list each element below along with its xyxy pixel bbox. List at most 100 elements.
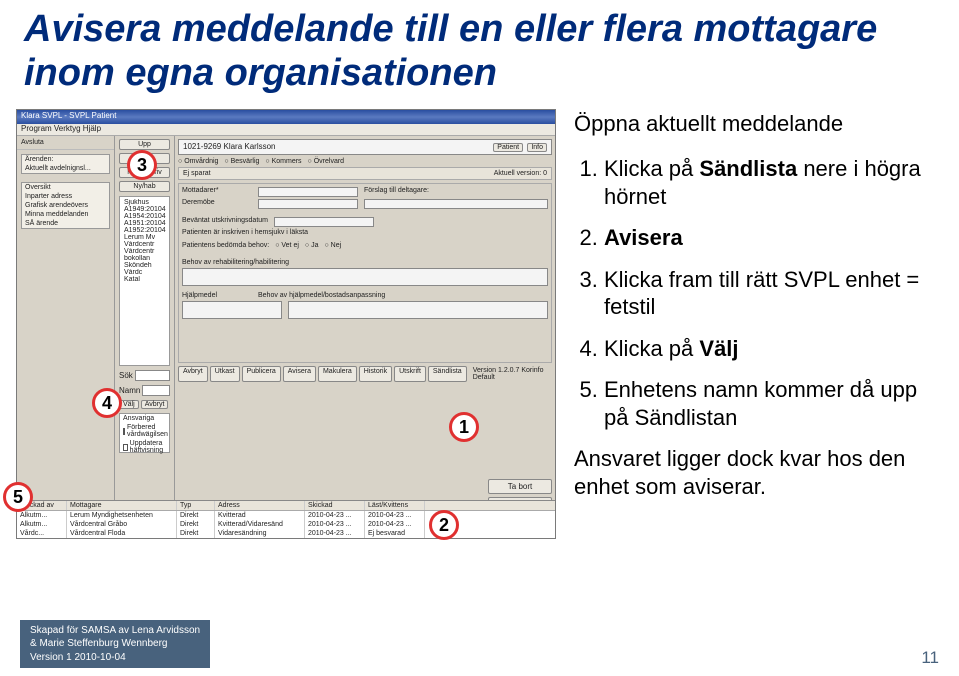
field-label: Patientens bedömda behov: bbox=[182, 242, 269, 249]
tree-item[interactable]: bokollan bbox=[122, 255, 167, 262]
ansvariga-row[interactable]: Förbered vårdwägilsen bbox=[120, 423, 169, 439]
cell: Vidaresändning bbox=[215, 529, 305, 538]
left-panel: Avsluta Ärenden: Aktuellt avdelnignsl...… bbox=[17, 136, 115, 538]
nav-item[interactable]: Inparter adress bbox=[22, 192, 109, 201]
table-row[interactable]: Vårdc... Vårdcentral Floda Direkt Vidare… bbox=[17, 529, 555, 538]
table-row[interactable]: Alkutm... Vårdcentral Gråbo Direkt Kvitt… bbox=[17, 520, 555, 529]
tree-item[interactable]: A1952:20104 bbox=[122, 227, 167, 234]
mid-panel: Upp Välj Nytt utskriv Ny/hab Sjukhus A19… bbox=[115, 136, 175, 538]
status-left: Ej sparat bbox=[183, 170, 211, 177]
cell: Alkutm... bbox=[17, 520, 67, 529]
field-input[interactable] bbox=[182, 268, 548, 286]
step-text: Enhetens namn kommer då upp på Sändlista… bbox=[604, 377, 917, 430]
namn-field[interactable] bbox=[142, 385, 170, 396]
step-text: Klicka på bbox=[604, 156, 699, 181]
tab[interactable]: Besvärlig bbox=[224, 158, 259, 165]
btn-tabort[interactable]: Ta bort bbox=[488, 479, 552, 494]
btn-avsluta[interactable]: Avsluta bbox=[17, 136, 114, 150]
step-list: Klicka på Sändlista nere i högra hörnet … bbox=[574, 155, 943, 431]
field-label: Deremöbe bbox=[182, 199, 252, 209]
toolbar: Avbryt Utkast Publicera Avisera Makulera… bbox=[178, 366, 552, 382]
radio-option[interactable]: ○ Nej bbox=[324, 242, 341, 249]
form-area: Mottadarer*Förslag till deltagare: Derem… bbox=[178, 183, 552, 363]
btn-info[interactable]: Info bbox=[527, 143, 547, 152]
tree-item[interactable]: Sjukhus bbox=[122, 199, 167, 206]
btn-histork[interactable]: Historik bbox=[359, 366, 392, 382]
cell: Vårdc... bbox=[17, 529, 67, 538]
field-input[interactable] bbox=[288, 301, 548, 319]
radio-option[interactable]: ○ Ja bbox=[305, 242, 319, 249]
field-input[interactable] bbox=[258, 187, 358, 197]
col-header: Läst/Kvittens bbox=[365, 501, 425, 510]
field-input[interactable] bbox=[182, 301, 282, 319]
field-label: Behov av hjälpmedel/bostadsanpassning bbox=[258, 292, 385, 299]
nav-item[interactable]: Minna meddelanden bbox=[22, 210, 109, 219]
arende-value: Aktuellt avdelnignsl... bbox=[22, 164, 109, 173]
name-row: Namn bbox=[119, 385, 170, 396]
btn-avbryt[interactable]: Avbryt bbox=[178, 366, 208, 382]
tab[interactable]: Kommers bbox=[265, 158, 301, 165]
btn-upp[interactable]: Upp bbox=[119, 139, 170, 150]
nav-item[interactable]: Översikt bbox=[22, 183, 109, 192]
patient-bar: 1021-9269 Klara Karlsson Patient Info bbox=[178, 139, 552, 155]
tree-item[interactable]: Vårdcentr bbox=[122, 248, 167, 255]
tree-view[interactable]: Sjukhus A1949:20104 A1954:20104 A1951:20… bbox=[119, 196, 170, 366]
step-text: Klicka på bbox=[604, 336, 699, 361]
sok-label: Sök bbox=[119, 371, 133, 380]
tab[interactable]: Omvårdnig bbox=[178, 158, 218, 165]
cell: 2010-04-23 ... bbox=[365, 511, 425, 520]
btn-utkast[interactable]: Utkast bbox=[210, 366, 240, 382]
step-item: Klicka fram till rätt SVPL enhet = fetst… bbox=[604, 266, 943, 321]
btn-avisera[interactable]: Avisera bbox=[283, 366, 316, 382]
tabs: Omvårdnig Besvärlig Kommers Övrelvard bbox=[178, 158, 552, 165]
tree-item[interactable]: Vårdc bbox=[122, 269, 167, 276]
valj-row: Välj Avbryt bbox=[119, 400, 170, 409]
btn-patient[interactable]: Patient bbox=[493, 143, 523, 152]
tree-item[interactable]: A1949:20104 bbox=[122, 206, 167, 213]
tree-item[interactable]: Vårdcentr bbox=[122, 241, 167, 248]
radio-option[interactable]: ○ Vet ej bbox=[275, 242, 299, 249]
nav-item[interactable]: SÅ ärende bbox=[22, 219, 109, 228]
ansvariga-header: Ansvariga bbox=[120, 414, 169, 423]
step-item: Klicka på Sändlista nere i högra hörnet bbox=[604, 155, 943, 210]
page-number: 11 bbox=[921, 648, 939, 668]
cell: Alkutm... bbox=[17, 511, 67, 520]
ansvariga-row[interactable]: Uppdatera häftvisning bbox=[120, 439, 169, 455]
sok-husid-field[interactable] bbox=[135, 370, 170, 381]
field-input[interactable] bbox=[258, 199, 358, 209]
credit-line: Skapad för SAMSA av Lena Arvidsson bbox=[30, 624, 200, 638]
app-screenshot: Klara SVPL - SVPL Patient Program Verkty… bbox=[16, 109, 556, 539]
cell: Direkt bbox=[177, 520, 215, 529]
btn-sandlista[interactable]: Sändlista bbox=[428, 366, 467, 382]
checkbox-icon[interactable] bbox=[123, 444, 128, 451]
field-label: Beväntat utskrivningsdatum bbox=[182, 217, 268, 227]
checkbox-icon[interactable] bbox=[123, 428, 125, 435]
field-input[interactable] bbox=[274, 217, 374, 227]
btn-utskrift[interactable]: Utskrift bbox=[394, 366, 426, 382]
table-header: Skickad av Mottagare Typ Adress Skickad … bbox=[17, 501, 555, 511]
table-row[interactable]: Alkutm... Lerum Myndighetsenheten Direkt… bbox=[17, 511, 555, 520]
credit-line: & Marie Steffenburg Wennberg bbox=[30, 637, 200, 651]
step-item: Avisera bbox=[604, 224, 943, 252]
tree-item[interactable]: A1954:20104 bbox=[122, 213, 167, 220]
step-bold: Välj bbox=[699, 336, 738, 361]
tree-item[interactable]: A1951:20104 bbox=[122, 220, 167, 227]
nav-box: Översikt Inparter adress Grafisk arendeö… bbox=[21, 182, 110, 229]
tree-item[interactable]: Sköndeh bbox=[122, 262, 167, 269]
tree-item[interactable]: Lerum Mv bbox=[122, 234, 167, 241]
tab[interactable]: Övrelvard bbox=[308, 158, 345, 165]
btn-makulera[interactable]: Makulera bbox=[318, 366, 357, 382]
credit-line: Version 1 2010-10-04 bbox=[30, 651, 200, 665]
cell: 2010-04-23 ... bbox=[305, 511, 365, 520]
btn-avbryt-search[interactable]: Avbryt bbox=[141, 400, 169, 409]
nav-item[interactable]: Grafisk arendeövers bbox=[22, 201, 109, 210]
ansvariga-box: Ansvariga Förbered vårdwägilsen Uppdater… bbox=[119, 413, 170, 453]
field-label: Förslag till deltagare: bbox=[364, 187, 434, 197]
search-row: Sök bbox=[119, 370, 170, 381]
tree-item[interactable]: Katal bbox=[122, 276, 167, 283]
btn-nyhab[interactable]: Ny/hab bbox=[119, 181, 170, 192]
field-input[interactable] bbox=[364, 199, 548, 209]
cell: Direkt bbox=[177, 511, 215, 520]
btn-publicera[interactable]: Publicera bbox=[242, 366, 281, 382]
cell: Ej besvarad bbox=[365, 529, 425, 538]
